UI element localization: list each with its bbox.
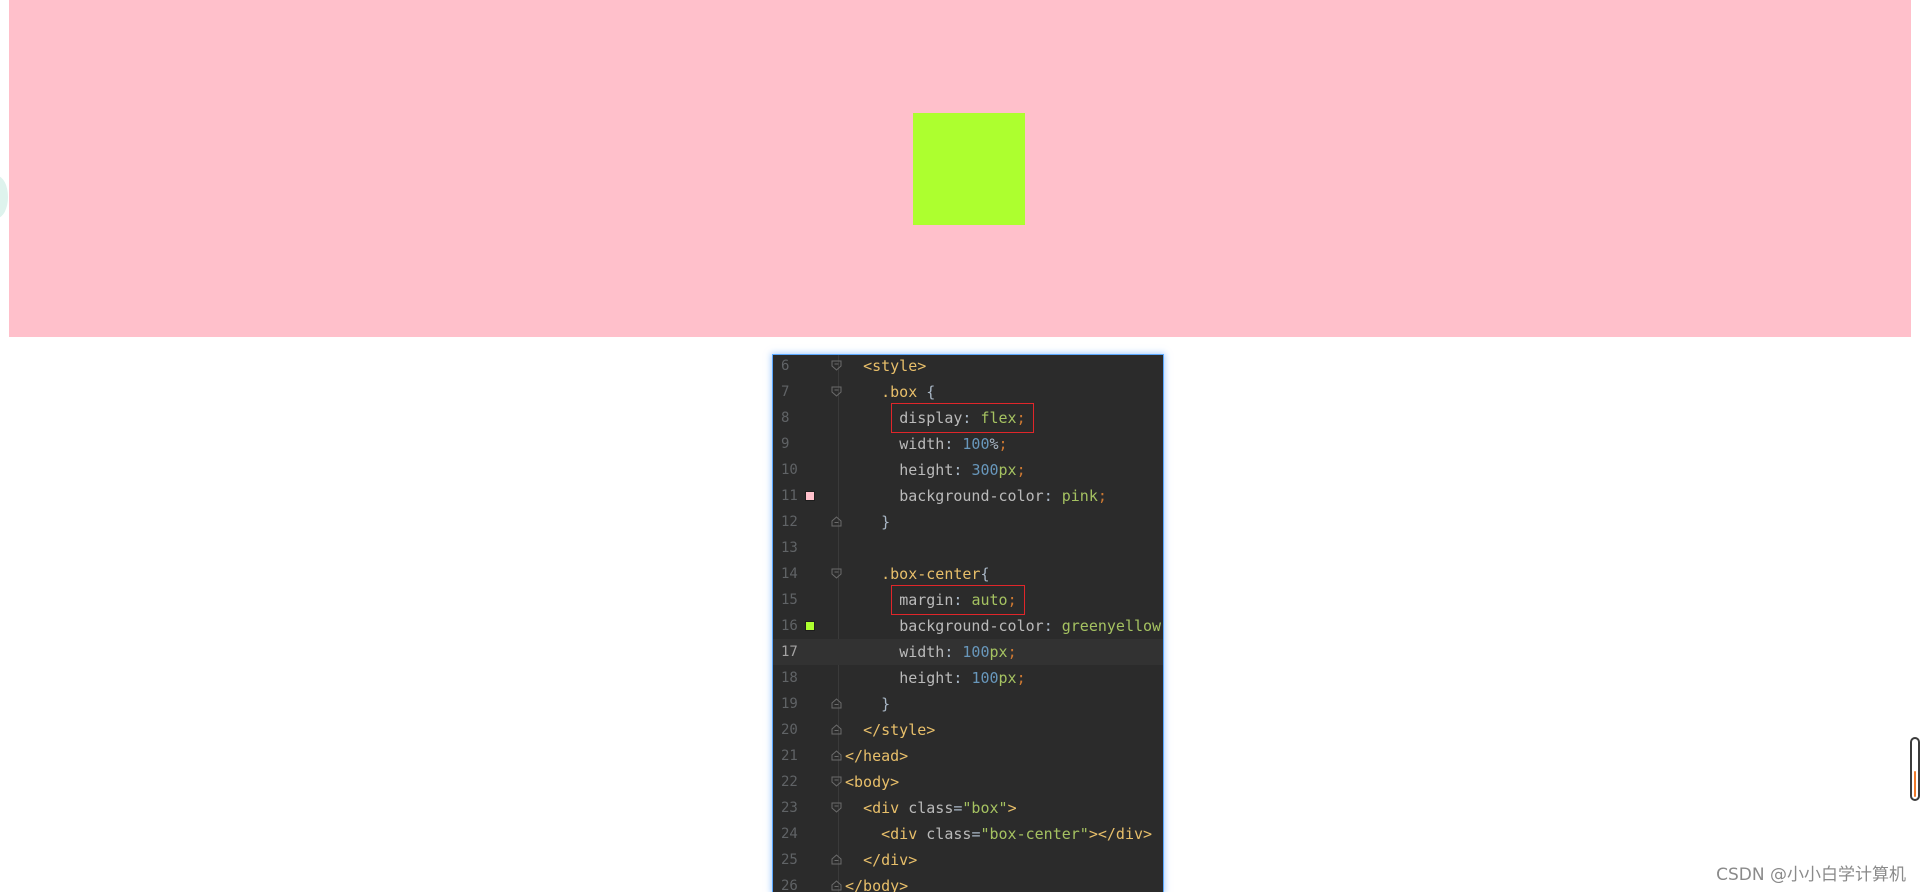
highlight-box — [891, 585, 1025, 615]
scroll-progress-fill — [1914, 771, 1916, 797]
fold-close-icon[interactable] — [831, 854, 842, 865]
code-text: width: 100px; — [899, 643, 1017, 661]
code-text: .box { — [881, 383, 936, 401]
line-number: 23 — [781, 800, 798, 816]
code-text: </body> — [845, 877, 909, 892]
code-text: </style> — [863, 721, 936, 739]
line-number: 8 — [781, 410, 790, 426]
code-text: </head> — [845, 747, 909, 765]
line-number: 9 — [781, 436, 790, 452]
line-number: 18 — [781, 670, 798, 686]
line-number: 22 — [781, 774, 798, 790]
code-text: width: 100%; — [899, 435, 1008, 453]
code-line[interactable]: 16 background-color: greenyellow; — [773, 613, 1163, 639]
fold-close-icon[interactable] — [831, 724, 842, 735]
line-number: 7 — [781, 384, 790, 400]
line-number: 6 — [781, 358, 790, 374]
line-number: 17 — [781, 644, 798, 660]
fold-close-icon[interactable] — [831, 750, 842, 761]
scroll-progress-widget[interactable] — [1910, 737, 1920, 801]
fold-open-icon[interactable] — [831, 386, 842, 397]
code-line[interactable]: 10 height: 300px; — [773, 457, 1163, 483]
code-line[interactable]: 22 <body> — [773, 769, 1163, 795]
code-text: background-color: pink; — [899, 487, 1107, 505]
code-line[interactable]: 14 .box-center{ — [773, 561, 1163, 587]
code-line[interactable]: 13 — [773, 535, 1163, 561]
code-line[interactable]: 9 width: 100%; — [773, 431, 1163, 457]
code-text: height: 300px; — [899, 461, 1026, 479]
code-line[interactable]: 25 </div> — [773, 847, 1163, 873]
side-expand-handle[interactable] — [0, 176, 8, 218]
fold-open-icon[interactable] — [831, 776, 842, 787]
fold-close-icon[interactable] — [831, 880, 842, 891]
line-number: 12 — [781, 514, 798, 530]
code-text: height: 100px; — [899, 669, 1026, 687]
code-text: <body> — [845, 773, 900, 791]
code-text: </div> — [863, 851, 918, 869]
fold-open-icon[interactable] — [831, 802, 842, 813]
code-line[interactable]: 7 .box { — [773, 379, 1163, 405]
line-number: 25 — [781, 852, 798, 868]
code-text: <div class="box-center"></div> — [881, 825, 1153, 843]
code-line[interactable]: 24 <div class="box-center"></div> — [773, 821, 1163, 847]
color-swatch-icon[interactable] — [805, 491, 815, 501]
fold-open-icon[interactable] — [831, 568, 842, 579]
line-number: 19 — [781, 696, 798, 712]
code-line[interactable]: 12 } — [773, 509, 1163, 535]
watermark: CSDN @小小白学计算机 — [1716, 865, 1906, 885]
line-number: 20 — [781, 722, 798, 738]
fold-open-icon[interactable] — [831, 360, 842, 371]
code-text: } — [845, 695, 891, 713]
line-number: 26 — [781, 878, 798, 892]
code-line[interactable]: 23 <div class="box"> — [773, 795, 1163, 821]
code-text: <style> — [863, 357, 927, 375]
line-number: 15 — [781, 592, 798, 608]
code-text: .box-center{ — [881, 565, 990, 583]
code-text: <div class="box"> — [863, 799, 1017, 817]
demo-box-center — [913, 113, 1025, 225]
code-line[interactable]: 26 </body> — [773, 873, 1163, 892]
code-editor-screenshot: 6 <style> 7 .box {8 display: flex; 9 width… — [773, 355, 1163, 892]
highlight-box — [891, 403, 1034, 433]
color-swatch-icon[interactable] — [805, 621, 815, 631]
code-text: } — [845, 513, 891, 531]
code-line[interactable]: 6 <style> — [773, 355, 1163, 379]
code-line[interactable]: 20 </style> — [773, 717, 1163, 743]
page: 6 <style> 7 .box {8 display: flex; 9 width… — [0, 0, 1920, 892]
code-text: background-color: greenyellow; — [899, 617, 1163, 635]
fold-close-icon[interactable] — [831, 516, 842, 527]
demo-box — [9, 0, 1911, 337]
line-number: 10 — [781, 462, 798, 478]
code-line[interactable]: 17 width: 100px; — [773, 639, 1163, 665]
code-line[interactable]: 21 </head> — [773, 743, 1163, 769]
code-line[interactable]: 18 height: 100px; — [773, 665, 1163, 691]
code-line[interactable]: 19 } — [773, 691, 1163, 717]
fold-close-icon[interactable] — [831, 698, 842, 709]
line-number: 14 — [781, 566, 798, 582]
line-number: 13 — [781, 540, 798, 556]
code-line[interactable]: 11 background-color: pink; — [773, 483, 1163, 509]
line-number: 21 — [781, 748, 798, 764]
line-number: 24 — [781, 826, 798, 842]
